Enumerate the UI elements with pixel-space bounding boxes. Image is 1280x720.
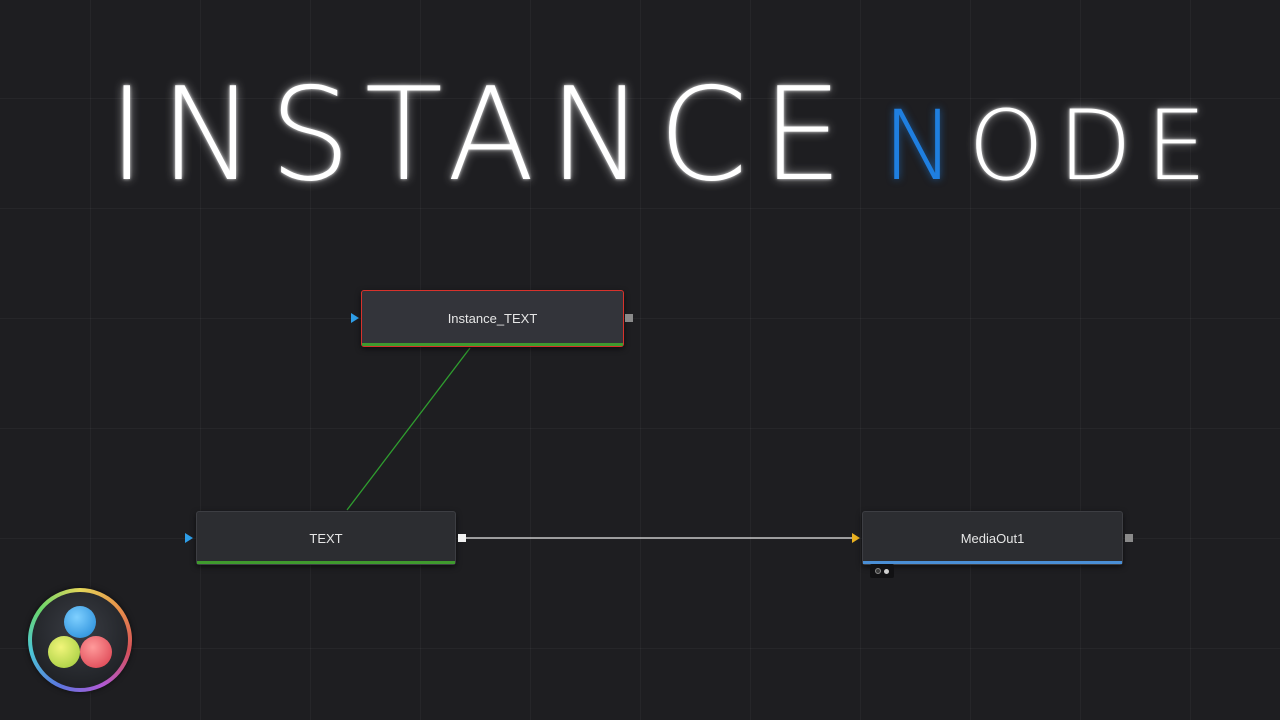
node-media-out[interactable]: MediaOut1 [862,511,1123,565]
text-input-arrow-icon[interactable] [185,533,193,543]
logo-petal-yellow [48,636,80,668]
viewer-dot-right [884,568,889,574]
logo-inner [32,592,128,688]
viewer-indicator-icon[interactable] [870,564,894,578]
node-text[interactable]: TEXT [196,511,456,565]
node-instance-text-label: Instance_TEXT [447,311,538,326]
davinci-resolve-logo-icon [28,588,132,692]
node-instance-text[interactable]: Instance_TEXT [361,290,624,347]
instance-link-line [346,347,471,511]
mediaout-output-port[interactable] [1125,534,1133,542]
node-text-label: TEXT [309,530,343,546]
viewer-dot-left [875,568,881,574]
instance-output-port[interactable] [625,314,633,322]
logo-petal-blue [64,606,96,638]
instance-input-arrow-icon[interactable] [351,313,359,323]
node-text-color-bar [197,561,455,564]
node-links [346,347,852,539]
mediaout-input-arrow-icon[interactable] [852,533,860,543]
node-media-out-color-bar [863,561,1122,564]
node-instance-text-color-bar [362,343,623,346]
node-media-out-label: MediaOut1 [960,530,1025,546]
logo-petal-red [80,636,112,668]
text-output-port[interactable] [458,534,466,542]
